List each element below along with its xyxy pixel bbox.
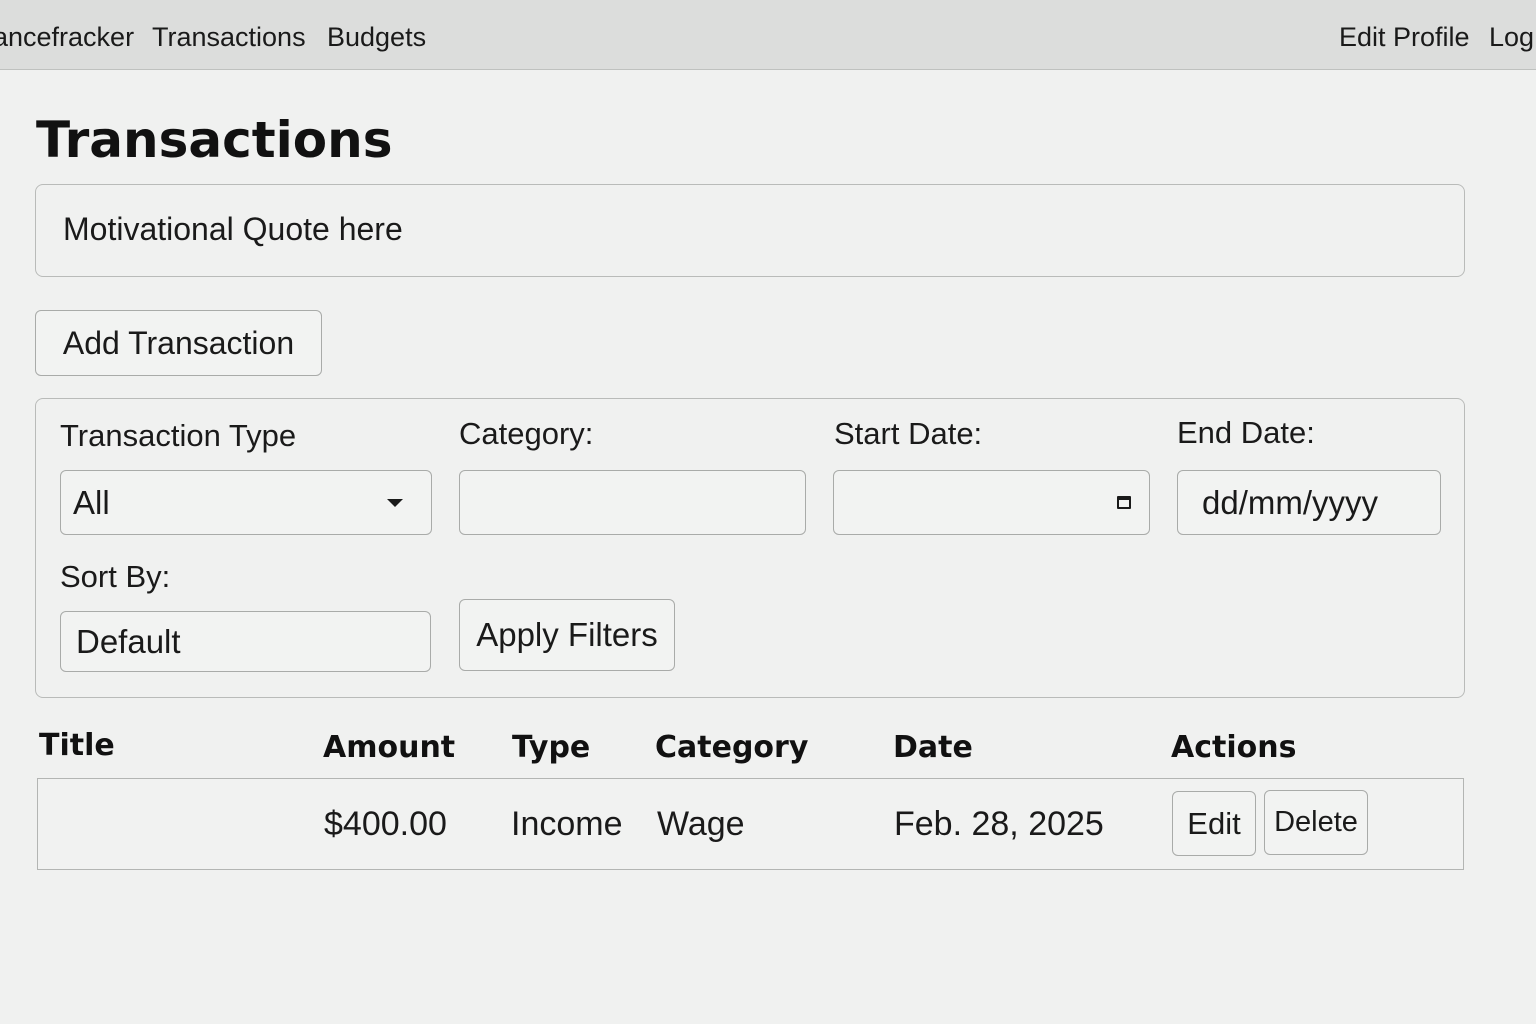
- sort-by-label: Sort By:: [60, 559, 171, 594]
- motivational-quote-text: Motivational Quote here: [63, 211, 403, 247]
- column-header-category: Category: [655, 730, 809, 765]
- filter-panel: Transaction Type All Category: Start Dat…: [35, 398, 1465, 698]
- delete-button[interactable]: Delete: [1264, 790, 1368, 855]
- cell-type: Income: [511, 805, 623, 843]
- column-header-title: Title: [39, 728, 115, 763]
- chevron-down-icon: [387, 499, 403, 507]
- nav-transactions-link[interactable]: Transactions: [152, 20, 306, 54]
- edit-button[interactable]: Edit: [1172, 791, 1256, 856]
- column-header-type: Type: [512, 730, 591, 765]
- calendar-icon[interactable]: [1117, 496, 1131, 509]
- end-date-input[interactable]: dd/mm/yyyy: [1177, 470, 1441, 535]
- category-input[interactable]: [459, 470, 806, 535]
- brand-link[interactable]: ancefracker: [0, 20, 134, 54]
- apply-filters-button[interactable]: Apply Filters: [459, 599, 675, 671]
- cell-date: Feb. 28, 2025: [894, 805, 1104, 843]
- column-header-actions: Actions: [1171, 730, 1297, 765]
- cell-amount: $400.00: [324, 805, 447, 843]
- add-transaction-button[interactable]: Add Transaction: [35, 310, 322, 376]
- table-row: $400.00 Income Wage Feb. 28, 2025 Edit D…: [37, 778, 1464, 870]
- end-date-label: End Date:: [1177, 415, 1315, 450]
- end-date-placeholder: dd/mm/yyyy: [1202, 484, 1379, 521]
- start-date-input[interactable]: [833, 470, 1150, 535]
- sort-by-value: Default: [76, 623, 181, 660]
- transaction-type-select[interactable]: All: [60, 470, 432, 535]
- page-title: Transactions: [36, 111, 393, 169]
- motivational-quote-box: Motivational Quote here: [35, 184, 1465, 277]
- start-date-label: Start Date:: [834, 416, 983, 451]
- category-label: Category:: [459, 416, 594, 451]
- transaction-type-label: Transaction Type: [60, 418, 297, 453]
- transaction-type-value: All: [73, 484, 110, 521]
- nav-logout-link[interactable]: Log: [1489, 20, 1534, 54]
- nav-budgets-link[interactable]: Budgets: [327, 20, 426, 54]
- column-header-amount: Amount: [323, 730, 456, 765]
- sort-by-select[interactable]: Default: [60, 611, 431, 672]
- nav-edit-profile-link[interactable]: Edit Profile: [1339, 20, 1470, 54]
- cell-category: Wage: [657, 805, 745, 843]
- column-header-date: Date: [893, 730, 973, 765]
- top-navbar: ancefracker Transactions Budgets Edit Pr…: [0, 0, 1536, 70]
